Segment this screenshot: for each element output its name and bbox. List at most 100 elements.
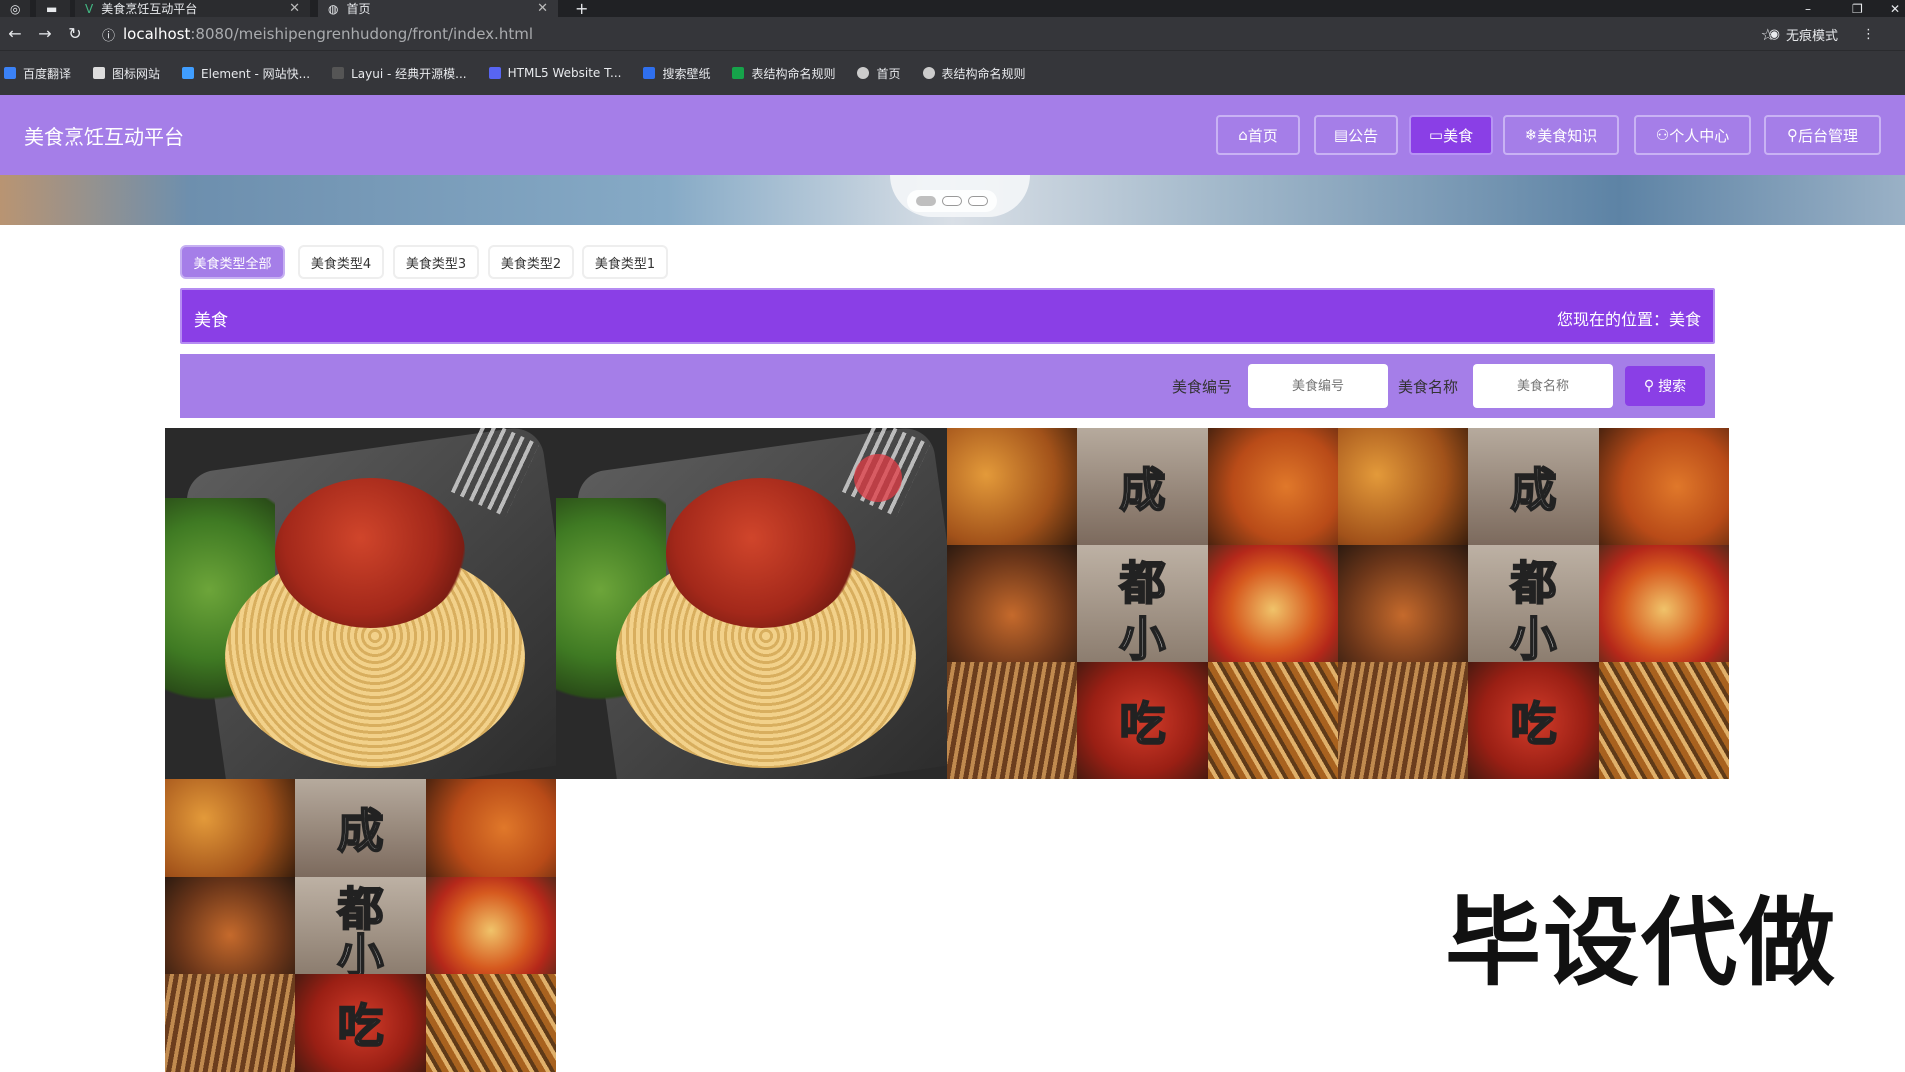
- category-all[interactable]: 美食类型全部: [180, 245, 285, 279]
- bookmark-item[interactable]: HTML5 Website T...: [488, 66, 621, 80]
- site-title: 美食烹饪互动平台: [24, 125, 184, 149]
- category-type1[interactable]: 美食类型1: [582, 245, 668, 279]
- collage-char: 成: [1118, 462, 1166, 518]
- wallpaper-icon: [643, 67, 656, 79]
- bookmark-item[interactable]: 图标网站: [93, 65, 160, 82]
- bookmark-item[interactable]: 表结构命名规则: [732, 65, 835, 82]
- food-image: [425, 779, 556, 877]
- carousel-indicators: [907, 190, 997, 212]
- html5-icon: [488, 67, 501, 79]
- nav-home-button[interactable]: ⌂ 首页: [1216, 115, 1300, 155]
- collage-char: 吃: [1509, 696, 1557, 752]
- bookmark-label: 首页: [876, 66, 901, 81]
- food-image: [947, 545, 1078, 662]
- url-field[interactable]: ⓘ localhost:8080/meishipengrenhudong/fro…: [102, 23, 1762, 45]
- globe-icon: [857, 67, 870, 79]
- sauce: [275, 478, 465, 628]
- food-name-input[interactable]: [1473, 364, 1613, 408]
- food-image: [425, 974, 556, 1072]
- globe-icon: ◍: [328, 1, 339, 16]
- browser-tab-1[interactable]: V 美食烹饪互动平台 ✕: [75, 0, 310, 17]
- collage-char: 吃: [1118, 696, 1166, 752]
- bookmark-label: 百度翻译: [23, 66, 72, 81]
- search-button-label: 搜索: [1658, 379, 1687, 395]
- bookmark-item[interactable]: 搜索壁纸: [643, 65, 710, 82]
- carousel-dot[interactable]: [968, 196, 988, 206]
- food-image: [947, 662, 1078, 779]
- browser-tab-2[interactable]: ◍ 首页 ✕: [318, 0, 558, 17]
- url-path: :8080/meishipengrenhudong/front/index.ht…: [190, 25, 533, 43]
- bookmark-item[interactable]: 表结构命名规则: [922, 65, 1026, 82]
- reload-icon[interactable]: ↻: [60, 24, 90, 43]
- carousel-dot[interactable]: [916, 196, 936, 206]
- element-icon: [182, 67, 195, 79]
- food-image: [947, 428, 1078, 545]
- section-title-bar: 美食 您现在的位置：美食: [180, 288, 1715, 344]
- food-image: [165, 974, 296, 1072]
- carousel-dot-active[interactable]: [942, 196, 962, 206]
- bookmark-item[interactable]: 百度翻译: [4, 65, 71, 82]
- home-icon: ⌂: [1238, 126, 1248, 144]
- nav-admin-button[interactable]: ⚲ 后台管理: [1764, 115, 1881, 155]
- food-image: [165, 876, 296, 975]
- bookmark-label: Element - 网站快...: [201, 66, 311, 81]
- notice-icon: ▤: [1333, 126, 1349, 144]
- back-icon[interactable]: ←: [0, 24, 30, 43]
- category-type3[interactable]: 美食类型3: [393, 245, 479, 279]
- nav-label: 美食: [1443, 126, 1474, 145]
- nav-label: 个人中心: [1669, 126, 1730, 145]
- food-id-input[interactable]: [1248, 364, 1388, 408]
- food-image: [165, 779, 296, 877]
- new-tab-icon[interactable]: +: [565, 0, 598, 18]
- food-card[interactable]: 成 都小 吃: [165, 779, 556, 1072]
- browser-menu-icon[interactable]: ◎: [0, 0, 30, 17]
- bookmarks-bar: 百度翻译 图标网站 Element - 网站快... Layui - 经典开源模…: [0, 50, 1905, 95]
- bookmark-item[interactable]: 首页: [857, 65, 901, 82]
- nav-user-center-button[interactable]: ⚇ 个人中心: [1634, 115, 1751, 155]
- food-name-label: 美食名称: [1398, 378, 1459, 396]
- close-icon[interactable]: ✕: [537, 1, 548, 16]
- food-card[interactable]: 成 都小 吃: [1338, 428, 1729, 779]
- food-card[interactable]: 成 都小 吃: [947, 428, 1338, 779]
- breadcrumb: 您现在的位置：美食: [1556, 310, 1701, 329]
- close-icon[interactable]: ✕: [289, 1, 300, 16]
- nav-notice-button[interactable]: ▤ 公告: [1314, 115, 1398, 155]
- food-image: [1338, 545, 1469, 662]
- section-title: 美食: [194, 311, 228, 331]
- food-image: 吃: [1077, 662, 1208, 779]
- tab-title: 美食烹饪互动平台: [101, 2, 198, 16]
- bookmark-label: 图标网站: [112, 66, 161, 81]
- nav-knowledge-button[interactable]: ❄ 美食知识: [1503, 115, 1619, 155]
- bookmark-label: 表结构命名规则: [941, 66, 1026, 81]
- bookmark-label: 表结构命名规则: [751, 66, 836, 81]
- food-image: [1598, 662, 1729, 779]
- category-type4[interactable]: 美食类型4: [298, 245, 384, 279]
- category-type2[interactable]: 美食类型2: [488, 245, 574, 279]
- food-card[interactable]: [165, 428, 556, 779]
- url-host: localhost: [123, 25, 191, 43]
- bookmark-label: Layui - 经典开源模...: [351, 66, 467, 81]
- window-close-icon[interactable]: ✕: [1880, 0, 1905, 17]
- nav-food-button[interactable]: ▭ 美食: [1409, 115, 1493, 155]
- more-icon[interactable]: ⋮: [1862, 27, 1875, 42]
- collage-char: 成: [336, 803, 384, 859]
- knowledge-icon: ❄: [1524, 126, 1538, 144]
- forward-icon[interactable]: →: [30, 24, 60, 43]
- incognito-badge[interactable]: ◉ 无痕模式 ⋮: [1769, 25, 1875, 44]
- food-image: 吃: [1468, 662, 1599, 779]
- minimize-icon[interactable]: –: [1795, 0, 1821, 17]
- bookmark-label: 搜索壁纸: [662, 66, 711, 81]
- nav-label: 美食知识: [1537, 126, 1598, 145]
- food-image: [1207, 545, 1338, 662]
- window-icon[interactable]: ▬: [36, 0, 70, 17]
- food-image: [425, 876, 556, 975]
- food-image: 都小: [1077, 545, 1208, 667]
- restore-icon[interactable]: ❐: [1842, 0, 1873, 17]
- bookmark-item[interactable]: Element - 网站快...: [182, 65, 310, 82]
- search-button[interactable]: ⚲ 搜索: [1625, 366, 1705, 406]
- sheet-icon: [732, 67, 745, 79]
- info-icon: ⓘ: [102, 28, 116, 44]
- translate-icon: [4, 67, 16, 79]
- link-icon: ⚲: [1786, 126, 1798, 144]
- bookmark-item[interactable]: Layui - 经典开源模...: [332, 65, 467, 82]
